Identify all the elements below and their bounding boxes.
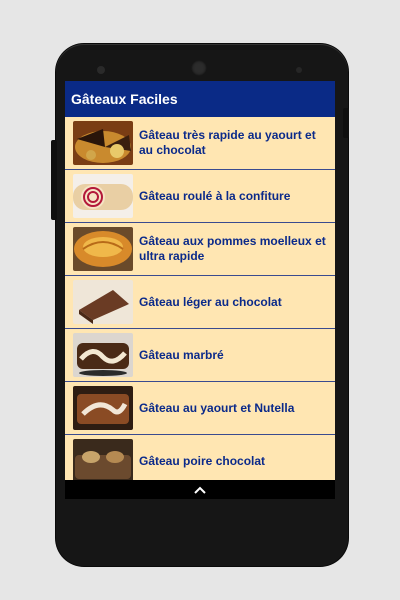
volume-button — [51, 140, 57, 220]
recipe-list[interactable]: Gâteau très rapide au yaourt et au choco… — [65, 117, 335, 480]
list-item[interactable]: Gâteau très rapide au yaourt et au choco… — [65, 117, 335, 170]
navigation-bar — [65, 480, 335, 499]
screen: Gâteaux Faciles Gâteau très rapide au ya… — [65, 81, 335, 499]
camera-icon — [97, 66, 105, 74]
app-bar: Gâteaux Faciles — [65, 81, 335, 117]
list-item[interactable]: Gâteau au yaourt et Nutella — [65, 382, 335, 435]
list-item[interactable]: Gâteau poire chocolat — [65, 435, 335, 480]
list-item-label: Gâteau marbré — [139, 347, 224, 362]
front-sensor-icon — [191, 60, 207, 76]
list-item-label: Gâteau roulé à la confiture — [139, 188, 291, 203]
list-item[interactable]: Gâteau roulé à la confiture — [65, 170, 335, 223]
chocolate-slice-image — [73, 280, 133, 324]
pear-chocolate-cake-image — [73, 439, 133, 480]
list-item-label: Gâteau au yaourt et Nutella — [139, 400, 295, 415]
list-item[interactable]: Gâteau marbré — [65, 329, 335, 382]
list-item-label: Gâteau très rapide au yaourt et au choco… — [139, 128, 316, 157]
list-item[interactable]: Gâteau aux pommes moelleux et ultra rapi… — [65, 223, 335, 276]
list-item[interactable]: Gâteau léger au chocolat — [65, 276, 335, 329]
app-title: Gâteaux Faciles — [71, 91, 178, 107]
list-item-label: Gâteau léger au chocolat — [139, 294, 282, 309]
cake-chocolate-slices-image — [73, 121, 133, 165]
chevron-up-icon[interactable] — [193, 485, 207, 495]
earpiece-icon — [296, 67, 302, 73]
apple-cake-image — [73, 227, 133, 271]
power-button — [343, 108, 349, 138]
marble-cake-image — [73, 333, 133, 377]
list-item-label: Gâteau poire chocolat — [139, 453, 266, 468]
list-item-label: Gâteau aux pommes moelleux et ultra rapi… — [139, 234, 326, 263]
nutella-cake-image — [73, 386, 133, 430]
jam-roll-image — [73, 174, 133, 218]
